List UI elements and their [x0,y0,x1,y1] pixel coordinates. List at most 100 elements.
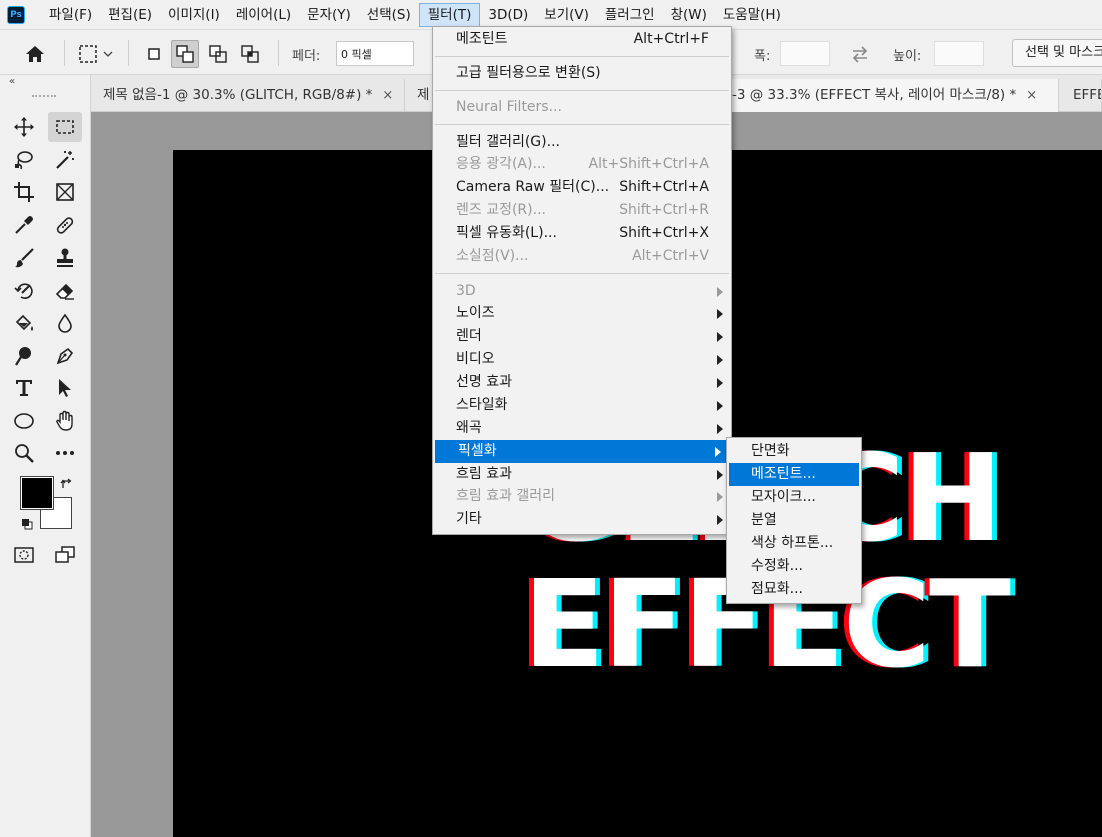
menu-type[interactable]: 문자(Y) [299,3,359,27]
menu-layer[interactable]: 레이어(L) [228,3,299,27]
menu-item-last-filter[interactable]: 메조틴트 Alt+Ctrl+F [433,28,731,51]
collapse-panel-icon[interactable]: « [9,76,15,87]
menu-item-adaptive-wide-angle[interactable]: 응용 광각(A)... Alt+Shift+Ctrl+A [433,153,731,176]
menu-image[interactable]: 이미지(I) [160,3,228,27]
menu-window[interactable]: 창(W) [663,3,715,27]
menu-select[interactable]: 선택(S) [359,3,419,27]
menu-item-pixelate[interactable]: 픽셀화 [435,440,729,463]
brush-tool[interactable] [7,243,41,273]
frame-tool[interactable] [48,177,82,207]
submenu-arrow-icon [717,401,723,411]
dodge-tool[interactable] [7,341,41,371]
marquee-preset-picker[interactable] [74,40,120,68]
menu-item-blur[interactable]: 흐림 효과 [433,463,731,486]
pen-tool[interactable] [48,341,82,371]
menu-item-noise[interactable]: 노이즈 [433,302,731,325]
menu-item-video[interactable]: 비디오 [433,348,731,371]
magic-wand-tool[interactable] [48,145,82,175]
menu-item-3d[interactable]: 3D [433,280,731,303]
path-selection-tool[interactable] [48,373,82,403]
menu-separator [435,124,729,125]
menu-filter[interactable]: 필터(T) [418,2,481,27]
add-to-selection-button[interactable] [171,40,199,68]
pixelate-submenu: 단면화 메조틴트... 모자이크... 분열 색상 하프톤... 수정화... … [726,437,862,604]
width-input[interactable] [780,41,830,66]
menu-3d[interactable]: 3D(D) [480,3,536,27]
menu-edit[interactable]: 편집(E) [100,3,160,27]
move-tool[interactable] [7,112,41,142]
submenu-item-pointillize[interactable]: 점묘화... [729,578,859,601]
lasso-tool[interactable] [7,145,41,175]
default-colors-icon[interactable] [20,517,34,531]
menu-item-vanishing-point[interactable]: 소실점(V)... Alt+Ctrl+V [433,245,731,268]
more-tools-button[interactable] [48,438,82,468]
tab-label: 제목 없음-1 @ 30.3% (GLITCH, RGB/8#) * [103,87,373,103]
menu-item-sharpen[interactable]: 선명 효과 [433,371,731,394]
menu-help[interactable]: 도움말(H) [715,3,789,27]
menu-item-convert-smart-filters[interactable]: 고급 필터용으로 변환(S) [433,62,731,85]
menu-item-neural-filters[interactable]: Neural Filters... [433,96,731,119]
menu-item-shortcut: Alt+Shift+Ctrl+A [588,156,709,172]
submenu-item-crystallize[interactable]: 수정화... [729,555,859,578]
select-and-mask-button[interactable]: 선택 및 마스크... [1012,39,1102,67]
submenu-item-mosaic[interactable]: 모자이크... [729,486,859,509]
new-selection-button[interactable] [140,40,168,68]
menu-view[interactable]: 보기(V) [536,3,597,27]
rectangular-marquee-tool[interactable] [48,112,82,142]
eyedropper-tool[interactable] [7,210,41,240]
menu-plugins[interactable]: 플러그인 [597,3,663,27]
menu-item-render[interactable]: 렌더 [433,325,731,348]
paint-bucket-tool[interactable] [7,308,41,338]
submenu-arrow-icon [715,447,721,457]
tab-document-1[interactable]: 제목 없음-1 @ 30.3% (GLITCH, RGB/8#) * × [91,79,405,112]
panel-grip[interactable] [32,95,56,99]
submenu-item-fragment[interactable]: 분열 [729,509,859,532]
submenu-item-facet[interactable]: 단면화 [729,440,859,463]
crop-tool[interactable] [7,177,41,207]
screen-mode-button[interactable] [48,540,82,570]
history-brush-tool[interactable] [7,276,41,306]
menu-item-filter-gallery[interactable]: 필터 갤러리(G)... [433,131,731,154]
frame-icon [56,183,74,201]
menu-separator [435,273,729,274]
clone-stamp-tool[interactable] [48,243,82,273]
foreground-color-swatch[interactable] [20,476,54,510]
swap-colors-icon[interactable] [60,477,74,491]
menu-item-other[interactable]: 기타 [433,508,731,531]
feather-input[interactable]: 0 픽셀 [336,41,414,66]
type-tool[interactable] [7,373,41,403]
menu-item-stylize[interactable]: 스타일화 [433,394,731,417]
menu-item-label: 응용 광각(A)... [456,156,546,172]
height-input[interactable] [934,41,984,66]
healing-brush-tool[interactable] [48,210,82,240]
menu-item-liquify[interactable]: 픽셀 유동화(L)... Shift+Ctrl+X [433,222,731,245]
menu-item-lens-correction[interactable]: 렌즈 교정(R)... Shift+Ctrl+R [433,199,731,222]
intersect-selection-button[interactable] [236,40,264,68]
rect-marquee-icon [79,45,113,63]
eraser-tool[interactable] [48,276,82,306]
menu-item-label: 3D [456,283,476,299]
submenu-item-mezzotint[interactable]: 메조틴트... [729,463,859,486]
intersect-selection-icon [241,45,259,63]
blur-tool[interactable] [48,308,82,338]
tab-document-3[interactable]: -3 @ 33.3% (EFFECT 복사, 레이어 마스크/8) * × [723,79,1059,112]
close-icon[interactable]: × [382,88,393,103]
submenu-item-color-halftone[interactable]: 색상 하프톤... [729,532,859,555]
zoom-tool[interactable] [7,438,41,468]
submenu-arrow-icon [717,515,723,525]
quick-mask-button[interactable] [7,540,41,570]
subtract-selection-button[interactable] [204,40,232,68]
menu-item-camera-raw[interactable]: Camera Raw 필터(C)... Shift+Ctrl+A [433,176,731,199]
close-icon[interactable]: × [1026,88,1037,103]
divider [64,40,65,66]
hand-tool[interactable] [48,406,82,436]
tab-document-4[interactable]: EFFE [1061,79,1102,112]
home-button[interactable] [21,40,49,68]
swap-width-height-button[interactable] [846,40,874,68]
menu-file[interactable]: 파일(F) [41,3,100,27]
menu-item-distort[interactable]: 왜곡 [433,417,731,440]
hand-icon [56,410,73,431]
menu-item-label: 픽셀 유동화(L)... [456,225,557,241]
menu-item-blur-gallery[interactable]: 흐림 효과 갤러리 [433,485,731,508]
ellipse-tool[interactable] [7,406,41,436]
